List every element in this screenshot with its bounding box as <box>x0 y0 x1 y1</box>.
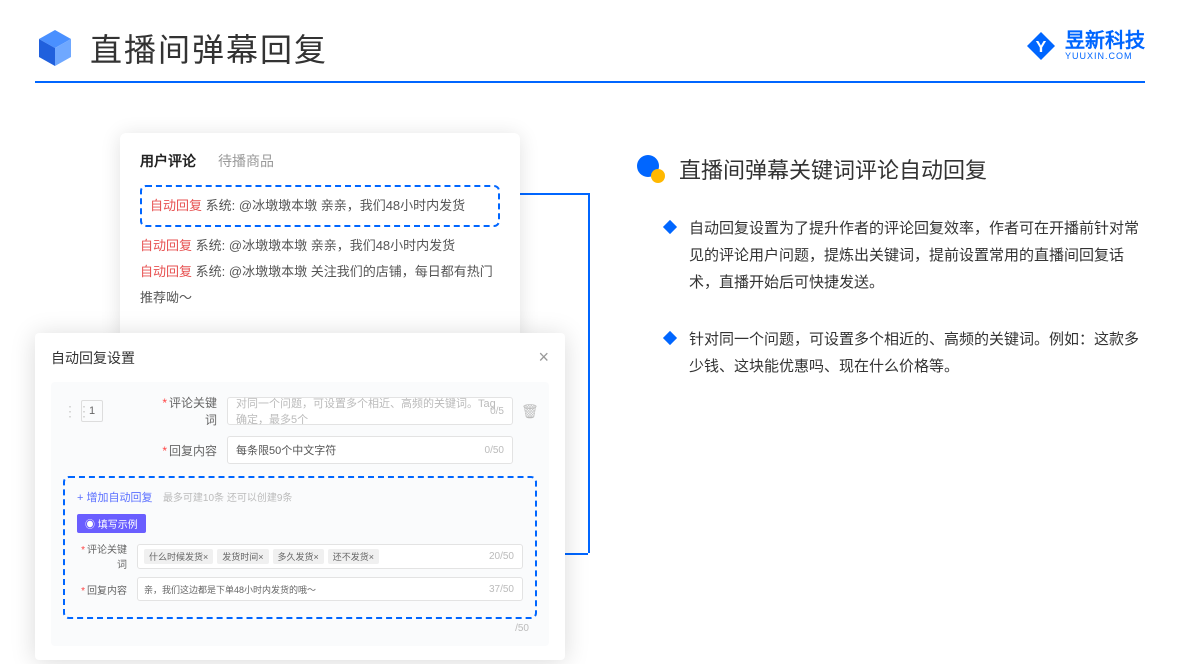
settings-title: 自动回复设置 <box>51 348 135 368</box>
comment-row: 自动回复 系统: @冰墩墩本墩 亲亲，我们48小时内发货 <box>140 233 500 259</box>
tag-item[interactable]: 发货时间× <box>217 549 268 564</box>
add-reply-link[interactable]: + 增加自动回复 <box>77 492 152 504</box>
tab-pending-goods[interactable]: 待播商品 <box>218 151 274 171</box>
connector-line <box>518 193 588 195</box>
close-icon[interactable]: × <box>538 347 549 368</box>
svg-text:Y: Y <box>1036 39 1047 56</box>
example-content-input[interactable]: 亲，我们这边都是下单48小时内发货的哦～ 37/50 <box>137 577 523 601</box>
example-section: + 增加自动回复 最多可建10条 还可以创建9条 ◉ 填写示例 *评论关键词 什… <box>63 476 537 619</box>
tag-item[interactable]: 还不发货× <box>328 549 379 564</box>
settings-panel: 自动回复设置 × ⋮⋮ 1 *评论关键词 对同一个问题，可设置多个相近、高频的关… <box>35 333 565 660</box>
bullet-item: 自动回复设置为了提升作者的评论回复效率，作者可在开播前针对常见的评论用户问题，提… <box>635 215 1145 296</box>
comment-row: 自动回复 系统: @冰墩墩本墩 关注我们的店铺，每日都有热门推荐呦～ <box>140 259 500 311</box>
diamond-icon <box>663 220 677 234</box>
trash-icon[interactable]: 🗑 <box>521 403 537 420</box>
comments-panel: 用户评论 待播商品 自动回复 系统: @冰墩墩本墩 亲亲，我们48小时内发货 自… <box>120 133 520 341</box>
add-hint: 最多可建10条 还可以创建9条 <box>163 493 292 504</box>
brand-logo: Y 昱新科技 YUUXIN.COM <box>1025 30 1145 62</box>
chat-bubble-icon <box>635 153 667 185</box>
content-label: *回复内容 <box>157 442 227 459</box>
bullet-item: 针对同一个问题，可设置多个相近的、高频的关键词。例如：这款多少钱、这块能优惠吗、… <box>635 326 1145 380</box>
keyword-label: *评论关键词 <box>157 394 227 428</box>
tag-item[interactable]: 什么时候发货× <box>144 549 213 564</box>
connector-line <box>588 193 590 553</box>
drag-handle-icon[interactable]: ⋮⋮ <box>63 403 77 420</box>
tag-item[interactable]: 多久发货× <box>273 549 324 564</box>
section-title: 直播间弹幕关键词评论自动回复 <box>679 153 987 185</box>
footer-counter: /50 <box>63 619 537 634</box>
example-badge: ◉ 填写示例 <box>77 514 146 533</box>
item-number: 1 <box>81 400 103 422</box>
keyword-input[interactable]: 对同一个问题，可设置多个相近、高频的关键词。Tag确定，最多5个 0/5 <box>227 397 513 425</box>
highlighted-comment: 自动回复 系统: @冰墩墩本墩 亲亲，我们48小时内发货 <box>140 185 500 227</box>
example-content-label: *回复内容 <box>77 582 137 597</box>
cube-icon <box>35 28 75 68</box>
example-keyword-input[interactable]: 什么时候发货× 发货时间× 多久发货× 还不发货× 20/50 <box>137 544 523 569</box>
content-input[interactable]: 每条限50个中文字符 0/50 <box>227 436 513 464</box>
diamond-icon <box>663 331 677 345</box>
logo-text: 昱新科技 <box>1065 30 1145 52</box>
example-keyword-label: *评论关键词 <box>77 541 137 571</box>
comment-row: 自动回复 系统: @冰墩墩本墩 亲亲，我们48小时内发货 <box>150 193 490 219</box>
logo-subtext: YUUXIN.COM <box>1065 52 1145 62</box>
connector-line <box>564 553 588 555</box>
page-title: 直播间弹幕回复 <box>90 25 328 71</box>
tab-user-comments[interactable]: 用户评论 <box>140 151 196 171</box>
